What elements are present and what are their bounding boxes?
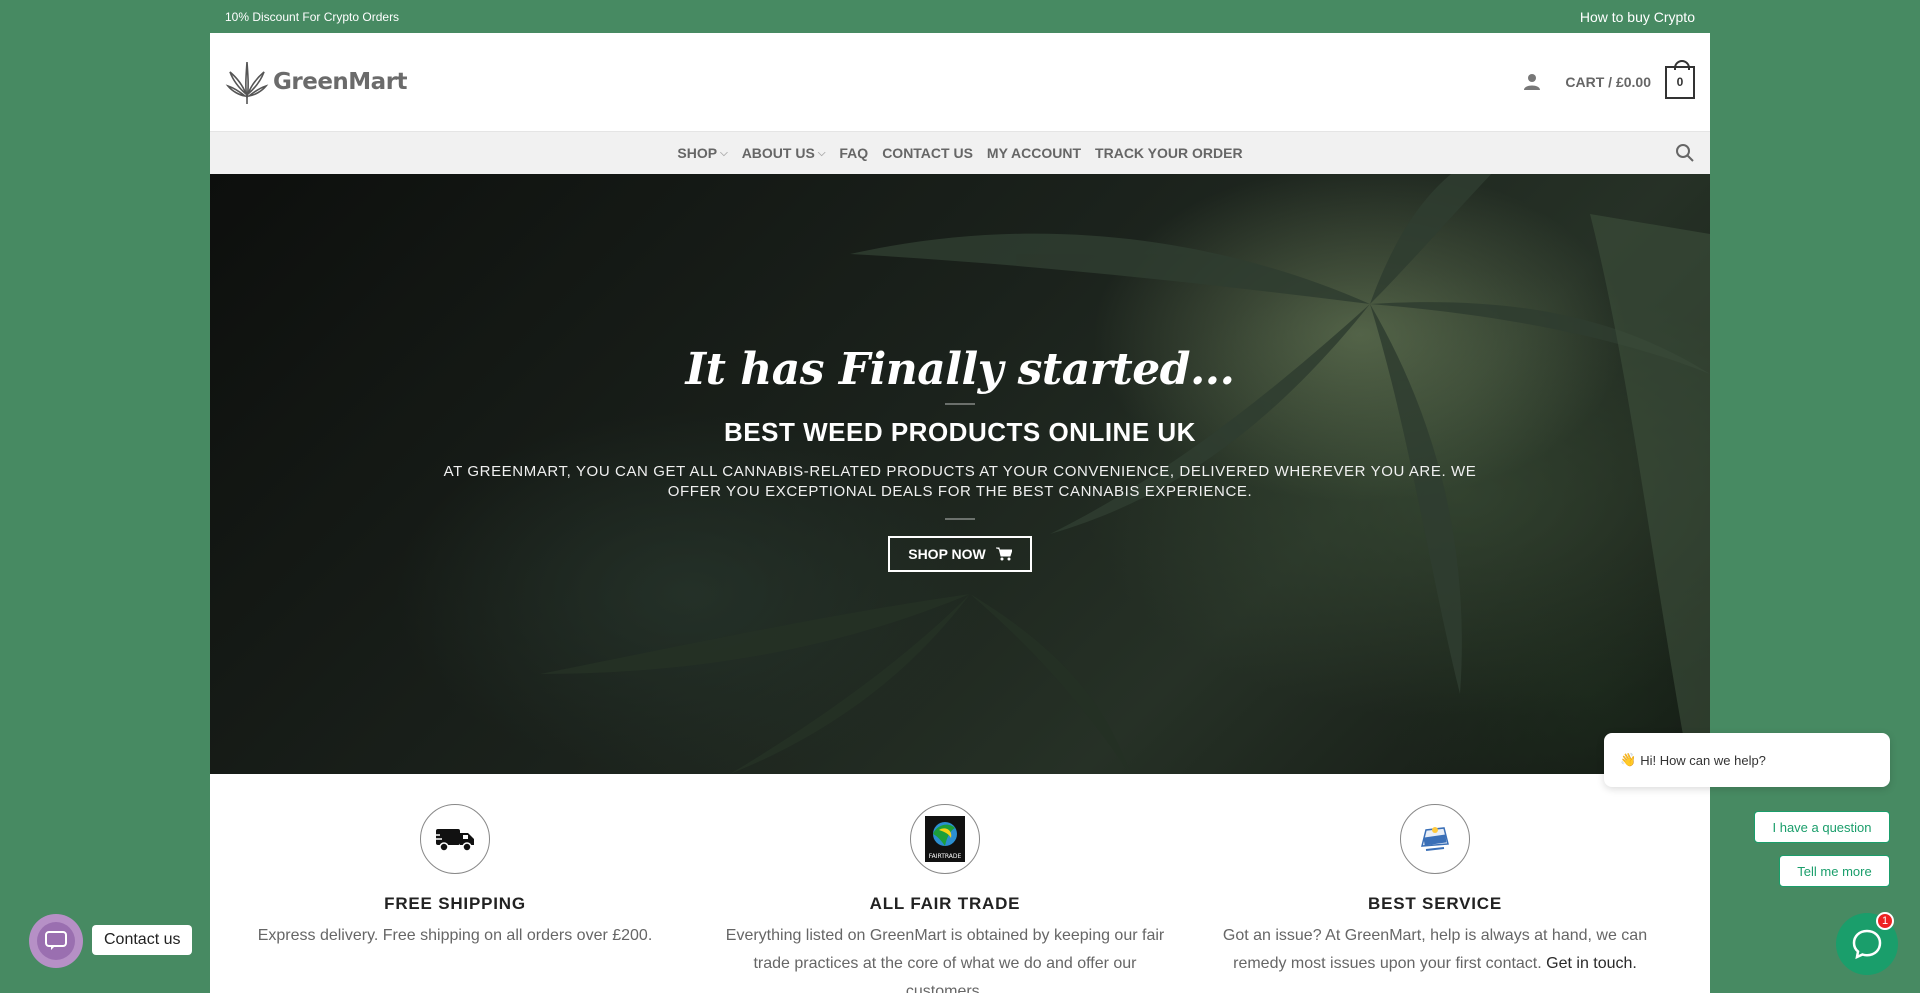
get-in-touch-link[interactable]: Get in touch. (1546, 955, 1637, 972)
hero-content: It has Finally started... BEST WEED PROD… (210, 344, 1710, 572)
chat-greeting-text: Hi! How can we help? (1640, 752, 1766, 768)
hero-banner: It has Finally started... BEST WEED PROD… (210, 174, 1710, 774)
user-account-icon[interactable] (1523, 73, 1541, 91)
contact-us-label[interactable]: Contact us (92, 925, 193, 955)
contact-chat-icon (37, 922, 75, 960)
feature-title: FREE SHIPPING (384, 894, 526, 913)
feature-text: Got an issue? At GreenMart, help is alwa… (1190, 922, 1680, 978)
feature-text: Express delivery. Free shipping on all o… (257, 927, 653, 944)
site-header: GreenMart CART / £0.00 0 (210, 33, 1710, 132)
chat-notification-badge: 1 (1876, 912, 1894, 930)
logo-text: GreenMart (273, 69, 408, 95)
header-actions: CART / £0.00 0 (1523, 59, 1695, 99)
nav-track-your-order[interactable]: TRACK YOUR ORDER (1095, 145, 1243, 161)
hero-paragraph: AT GREENMART, YOU CAN GET ALL CANNABIS-R… (443, 463, 1477, 500)
shopping-cart-icon (995, 547, 1012, 561)
logo[interactable]: GreenMart (225, 58, 408, 106)
nav-contact-us[interactable]: CONTACT US (882, 145, 973, 161)
cart-count-badge[interactable]: 0 (1665, 59, 1695, 99)
cart-total-link[interactable]: CART / £0.00 (1565, 74, 1651, 90)
nav-about-us[interactable]: ABOUT US ⌵ (742, 145, 826, 161)
nav-my-account[interactable]: MY ACCOUNT (987, 145, 1081, 161)
nav-faq[interactable]: FAQ (839, 145, 868, 161)
chat-greeting-popup[interactable]: 👋 Hi! How can we help? (1604, 733, 1890, 787)
feature-title: BEST SERVICE (1368, 894, 1502, 913)
nav-about-us-label: ABOUT US (741, 145, 815, 161)
contact-us-button[interactable] (29, 914, 83, 968)
best-service-icon (1400, 804, 1470, 874)
hero-heading: BEST WEED PRODUCTS ONLINE UK (724, 417, 1196, 447)
feature-title: ALL FAIR TRADE (869, 894, 1021, 913)
feature-all-fair-trade: FAIRTRADE ALL FAIR TRADE Everything list… (700, 804, 1190, 993)
cannabis-leaf-logo-icon (225, 61, 269, 104)
feature-best-service: BEST SERVICE Got an issue? At GreenMart,… (1190, 804, 1680, 993)
nav-shop-label: SHOP (677, 145, 718, 161)
discount-notice: 10% Discount For Crypto Orders (225, 9, 400, 24)
feature-text: Everything listed on GreenMart is obtain… (725, 927, 1165, 993)
page-container: 10% Discount For Crypto Orders How to bu… (210, 0, 1710, 993)
search-icon[interactable] (1675, 143, 1695, 163)
hero-divider (945, 518, 975, 520)
main-nav: SHOP ⌵ ABOUT US ⌵ FAQ CONTACT US MY ACCO… (210, 132, 1710, 174)
hero-script-title: It has Finally started... (685, 344, 1235, 395)
chat-option-tell-me-more[interactable]: Tell me more (1779, 855, 1890, 887)
chevron-down-icon: ⌵ (720, 147, 728, 159)
how-to-buy-crypto-link[interactable]: How to buy Crypto (1580, 9, 1695, 25)
hero-divider (945, 403, 975, 405)
feature-free-shipping: FREE SHIPPING Express delivery. Free shi… (210, 804, 700, 993)
nav-shop[interactable]: SHOP ⌵ (677, 145, 727, 161)
chat-bubble-icon (1852, 929, 1882, 960)
shop-now-label: SHOP NOW (908, 546, 986, 562)
fairtrade-icon: FAIRTRADE (910, 804, 980, 874)
waving-hand-icon: 👋 (1620, 752, 1637, 767)
chat-option-question[interactable]: I have a question (1754, 811, 1890, 843)
fairtrade-text: FAIRTRADE (929, 853, 962, 860)
truck-icon (420, 804, 490, 874)
shop-now-button[interactable]: SHOP NOW (888, 536, 1032, 572)
chevron-down-icon: ⌵ (817, 147, 826, 159)
top-bar: 10% Discount For Crypto Orders How to bu… (210, 0, 1710, 33)
features-section: FREE SHIPPING Express delivery. Free shi… (210, 774, 1710, 993)
